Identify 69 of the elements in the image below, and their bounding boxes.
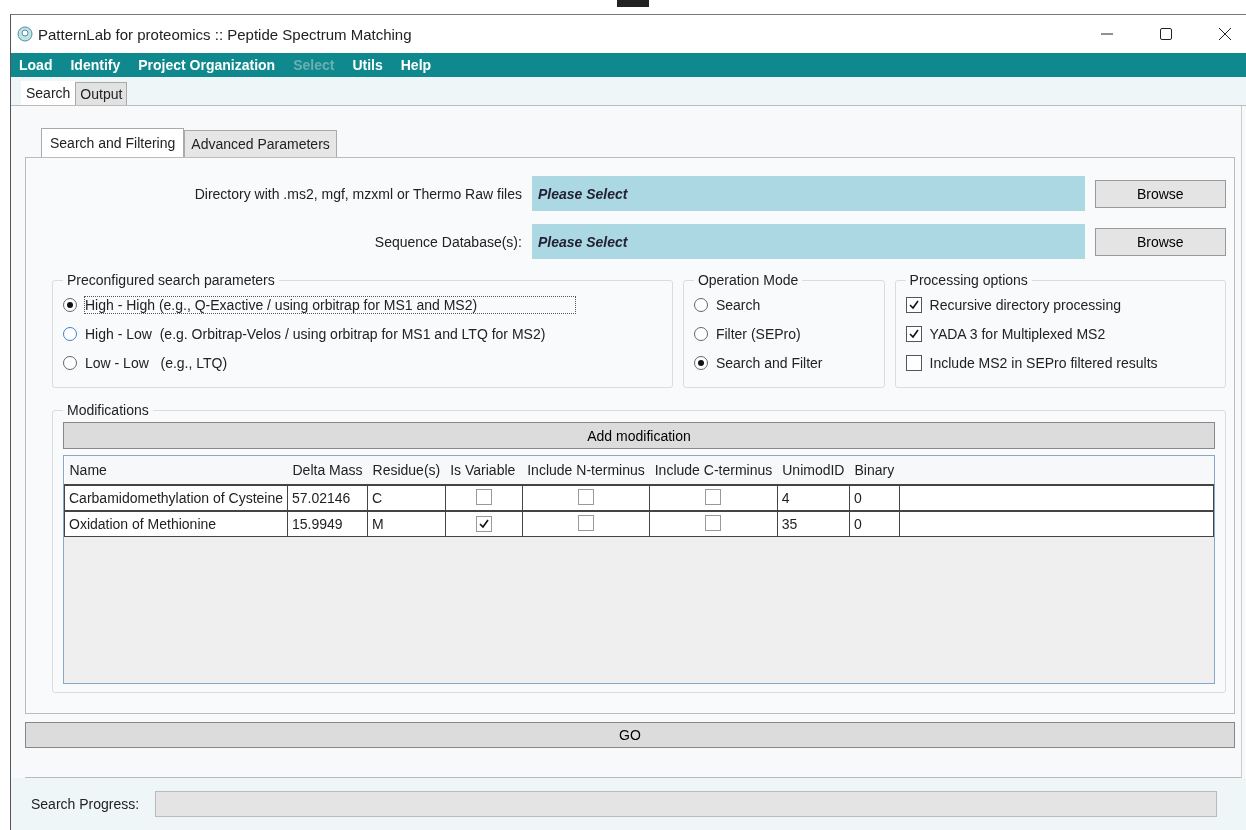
column-header[interactable]: UnimodID [777, 456, 850, 485]
checkbox[interactable] [905, 296, 922, 313]
menu-item[interactable]: Project Organization [138, 57, 276, 73]
radio-button[interactable] [693, 355, 708, 370]
column-header[interactable]: Include N-terminus [522, 456, 650, 485]
checkbox[interactable] [578, 488, 594, 505]
column-header[interactable]: Binary [849, 456, 900, 485]
table-cell: 0 [849, 485, 900, 511]
radio-option[interactable]: Search and Filter [693, 348, 874, 377]
table-cell: 4 [777, 485, 850, 511]
window-title: PatternLab for proteomics :: Peptide Spectrum Matching [38, 25, 412, 43]
checkbox[interactable] [475, 488, 492, 505]
field-label: Sequence Database(s): [373, 233, 522, 250]
field-label: Directory with .ms2, mgf, mzxml or Thermo Raw files [193, 185, 522, 202]
checkbox[interactable] [905, 354, 922, 371]
radio-option[interactable]: High - High (e.g., Q-Exactive / using orbitrap for MS1 and MS2) [63, 290, 662, 319]
radio-button[interactable] [63, 297, 77, 312]
app-logo-icon [17, 26, 33, 42]
radio-button[interactable] [63, 355, 77, 370]
browse-button[interactable]: Browse [1094, 179, 1226, 208]
group-title: Modifications [66, 402, 150, 418]
radio-option[interactable]: High - Low (e.g. Orbitrap-Velos / using orbitrap for MS1 and LTQ for MS2) [63, 319, 662, 348]
menu-item[interactable]: Help [400, 57, 432, 73]
column-header[interactable]: Is Variable [445, 456, 523, 485]
browse-button[interactable]: Browse [1094, 227, 1226, 256]
path-field[interactable]: Please Select [531, 176, 1085, 211]
table-cell: C [367, 485, 446, 511]
tab[interactable]: Search [21, 81, 76, 105]
go-button[interactable]: GO [25, 722, 1235, 748]
group-title: Preconfigured search parameters [66, 272, 276, 288]
close-icon[interactable] [1218, 27, 1232, 41]
progress-label: Search Progress: [31, 796, 140, 812]
radio-option[interactable]: Low - Low (e.g., LTQ) [63, 348, 662, 377]
checkbox[interactable] [705, 514, 722, 531]
checkbox-option[interactable]: YADA 3 for Multiplexed MS2 [905, 319, 1215, 348]
group-title: Operation Mode [696, 272, 800, 288]
table-cell: Carbamidomethylation of Cysteine [64, 485, 288, 511]
group-title: Processing options [908, 272, 1029, 288]
checkbox[interactable] [475, 515, 492, 532]
radio-option[interactable]: Filter (SEPro) [693, 319, 874, 348]
checkbox[interactable] [705, 488, 722, 505]
checkbox[interactable] [905, 325, 922, 342]
column-header[interactable]: Delta Mass [287, 456, 368, 485]
add-modification-button[interactable]: Add modification [63, 422, 1215, 449]
table-cell: Oxidation of Methionine [64, 511, 288, 537]
table-cell: M [367, 511, 446, 537]
radio-button[interactable] [693, 297, 708, 312]
checkbox-option[interactable]: Include MS2 in SEPro filtered results [905, 348, 1215, 377]
radio-button[interactable] [63, 326, 77, 341]
table-cell: 35 [777, 511, 850, 537]
checkbox[interactable] [578, 514, 594, 531]
table-cell: 0 [849, 511, 900, 537]
table-cell: 57.02146 [287, 485, 368, 511]
tab[interactable]: Search and Filtering [41, 128, 185, 157]
column-header[interactable]: Name [64, 456, 288, 485]
checkbox-option[interactable]: Recursive directory processing [905, 290, 1215, 319]
window-handle[interactable] [617, 0, 649, 7]
radio-button[interactable] [693, 326, 708, 341]
column-header[interactable]: Residue(s) [367, 456, 446, 485]
radio-option[interactable]: Search [693, 290, 874, 319]
maximize-icon[interactable] [1159, 27, 1173, 41]
menu-item[interactable]: Load [19, 57, 53, 73]
table-cell: 15.9949 [287, 511, 368, 537]
path-field[interactable]: Please Select [531, 224, 1085, 259]
tab[interactable]: Output [75, 82, 128, 105]
menu-item[interactable]: Identify [70, 57, 121, 73]
tab[interactable]: Advanced Parameters [184, 130, 337, 157]
menu-item[interactable]: Utils [352, 57, 383, 73]
column-header[interactable]: Include C-terminus [649, 456, 778, 485]
